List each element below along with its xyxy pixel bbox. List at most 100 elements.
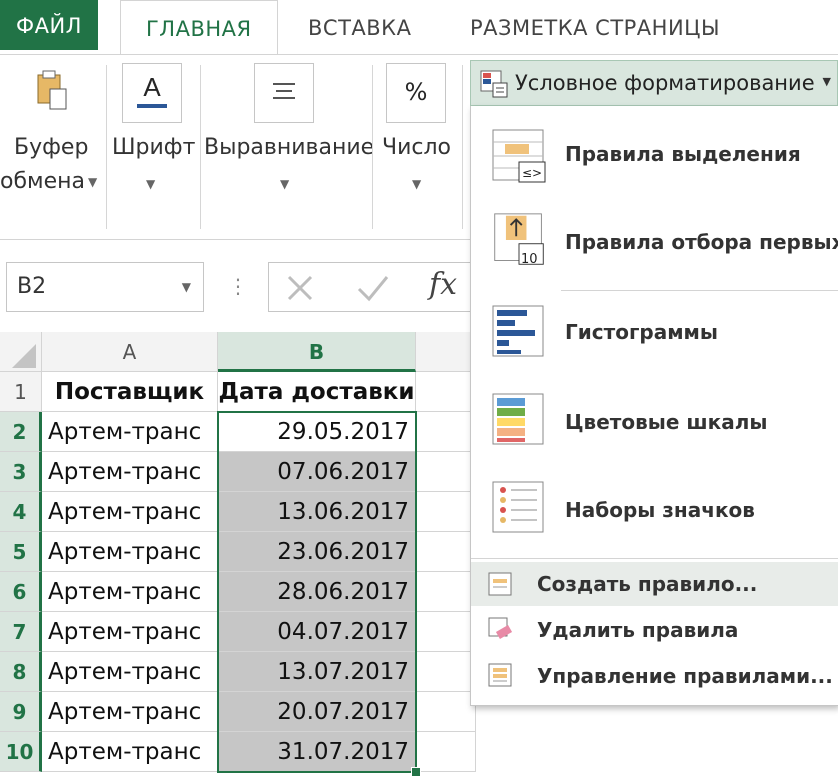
formula-bar-controls: fx [268,262,488,312]
top-rules-icon [494,213,544,265]
menu-item-clear-rules[interactable]: Удалить правила [471,608,838,652]
name-box-value: B2 [17,274,47,299]
menu-item-new-rule[interactable]: Создать правило... [471,562,838,606]
data-bars-icon [492,305,544,357]
top-rules-label: Правила отбора первых [565,230,838,254]
menu-separator [561,290,838,291]
icon-sets-icon [492,481,544,533]
chevron-down-icon: ▼ [146,177,156,191]
manage-rules-icon [488,663,512,687]
number-group[interactable]: % Число ▼ [374,55,460,239]
cell-date[interactable]: 23.06.2017 [218,532,416,572]
number-label: Число [382,135,451,160]
cell-supplier[interactable]: Артем-транс [42,532,218,572]
cell-supplier[interactable]: Артем-транс [42,652,218,692]
chevron-down-icon: ▼ [280,177,290,191]
cell-supplier[interactable]: Артем-транс [42,732,218,772]
row-header[interactable]: 8 [0,652,42,692]
clipboard-group[interactable]: Буфер обмена ▼ [0,55,104,239]
menu-separator [471,558,838,559]
cell-c[interactable] [416,692,476,732]
cell-c[interactable] [416,492,476,532]
column-header-b[interactable]: B [218,332,416,372]
select-all-corner[interactable] [0,332,42,372]
cell-a1-supplier-header[interactable]: Поставщик [42,372,218,412]
cell-supplier[interactable]: Артем-транс [42,572,218,612]
cell-date[interactable]: 13.06.2017 [218,492,416,532]
highlight-rules-label: Правила выделения [565,142,801,166]
row-header[interactable]: 6 [0,572,42,612]
insert-function-icon[interactable]: fx [429,267,457,302]
cell-c[interactable] [416,612,476,652]
cell-supplier[interactable]: Артем-транс [42,692,218,732]
conditional-formatting-menu: ≤> Правила выделения 10 Правила отбора п… [470,106,838,706]
cell-c[interactable] [416,412,476,452]
conditional-formatting-label: Условное форматирование [515,71,815,95]
cell-supplier[interactable]: Артем-транс [42,412,218,452]
tab-file[interactable]: ФАЙЛ [0,0,98,50]
more-options-icon[interactable]: ⋮ [228,274,248,298]
menu-item-manage-rules[interactable]: Управление правилами... [471,654,838,698]
clipboard-label-2: обмена [0,169,86,194]
cell-date[interactable]: 13.07.2017 [218,652,416,692]
clipboard-icon [24,63,84,123]
chevron-down-icon[interactable]: ▼ [182,263,191,311]
cell-c[interactable] [416,572,476,612]
enter-check-icon[interactable] [355,271,391,305]
row-header[interactable]: 10 [0,732,42,772]
percent-icon: % [386,63,446,123]
manage-rules-label: Управление правилами... [537,664,833,688]
column-header-a[interactable]: A [42,332,218,372]
cell-date[interactable]: 28.06.2017 [218,572,416,612]
conditional-formatting-button[interactable]: Условное форматирование ▼ [470,60,838,106]
new-rule-icon [488,572,512,596]
row-header[interactable]: 9 [0,692,42,732]
cell-c[interactable] [416,652,476,692]
ribbon-separator [462,65,463,229]
cell-date[interactable]: 20.07.2017 [218,692,416,732]
tab-page-layout[interactable]: РАЗМЕТКА СТРАНИЦЫ [470,0,720,54]
ribbon-tab-bar: ФАЙЛ ГЛАВНАЯ ВСТАВКА РАЗМЕТКА СТРАНИЦЫ [0,0,838,57]
font-color-icon: A [122,63,182,123]
ribbon-separator [106,65,107,229]
svg-text:≤>: ≤> [522,166,542,180]
name-box[interactable]: B2 ▼ [6,262,204,312]
menu-item-data-bars[interactable]: Гистограммы [471,300,838,376]
cell-date[interactable]: 31.07.2017 [218,732,416,772]
conditional-formatting-icon [480,70,508,98]
align-center-icon [254,63,314,123]
menu-item-icon-sets[interactable]: Наборы значков [471,476,838,552]
cell-c[interactable] [416,452,476,492]
row-header[interactable]: 1 [0,372,42,412]
cell-supplier[interactable]: Артем-транс [42,452,218,492]
eraser-icon [488,617,513,639]
alignment-group[interactable]: Выравнивание ▼ [202,55,374,239]
cell-c1[interactable] [416,372,476,412]
cell-supplier[interactable]: Артем-транс [42,492,218,532]
cancel-icon[interactable] [283,271,317,305]
row-header[interactable]: 4 [0,492,42,532]
menu-item-highlight-rules[interactable]: ≤> Правила выделения [471,120,838,194]
cell-b1-date-header[interactable]: Дата доставки [218,372,416,412]
tab-home[interactable]: ГЛАВНАЯ [120,0,278,57]
menu-item-color-scales[interactable]: Цветовые шкалы [471,388,838,464]
clear-rules-label: Удалить правила [537,618,739,642]
row-header[interactable]: 2 [0,412,42,452]
cell-date[interactable]: 07.06.2017 [218,452,416,492]
cell-c[interactable] [416,532,476,572]
color-scales-label: Цветовые шкалы [565,410,768,434]
cell-date[interactable]: 04.07.2017 [218,612,416,652]
menu-item-top-rules[interactable]: 10 Правила отбора первых [471,206,838,282]
color-scales-icon [492,393,544,445]
cell-c[interactable] [416,732,476,772]
cell-date[interactable]: 29.05.2017 [218,412,416,452]
font-color-bar [137,104,167,108]
cell-supplier[interactable]: Артем-транс [42,612,218,652]
clipboard-label-1: Буфер [14,135,89,160]
row-header[interactable]: 7 [0,612,42,652]
row-header[interactable]: 5 [0,532,42,572]
font-group[interactable]: A Шрифт ▼ [108,55,198,239]
column-header-c[interactable] [416,332,476,372]
row-header[interactable]: 3 [0,452,42,492]
tab-insert[interactable]: ВСТАВКА [308,0,411,54]
